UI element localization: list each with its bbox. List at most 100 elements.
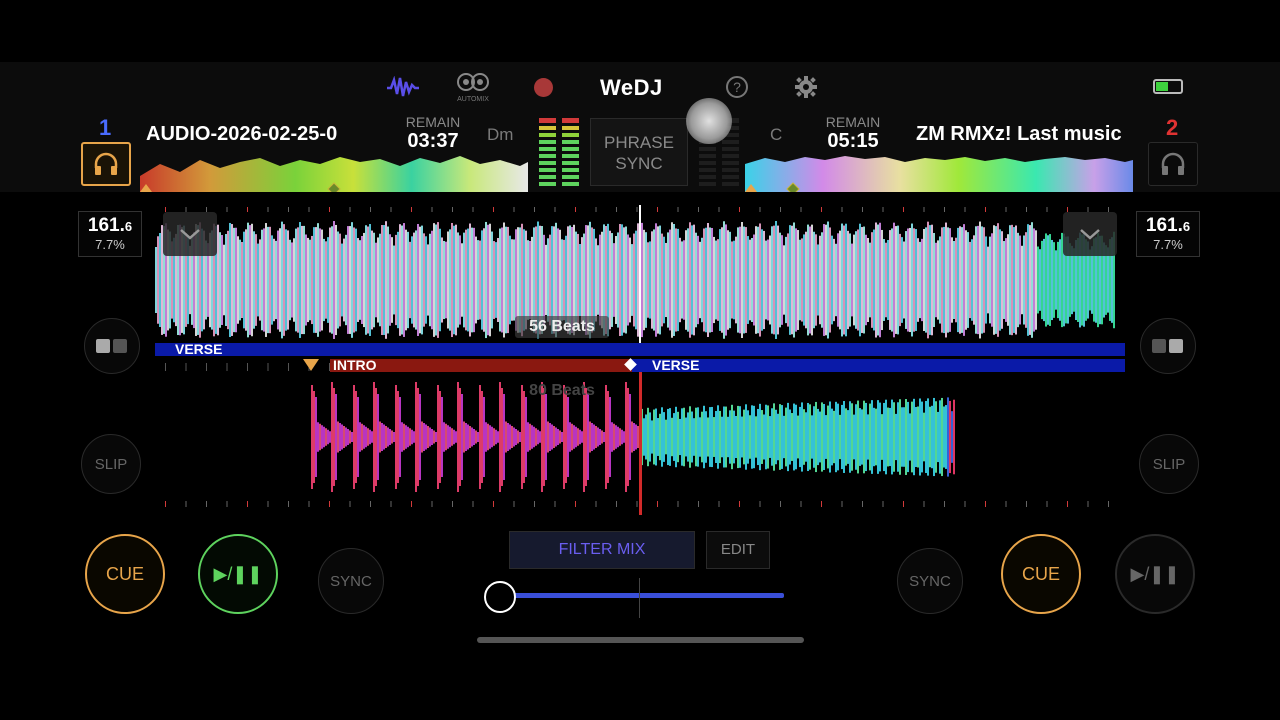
lower-waveform-bar	[579, 429, 581, 445]
deck1-slip-button[interactable]: SLIP	[81, 434, 141, 494]
lower-waveform-bar	[493, 428, 495, 446]
lower-waveform-bar	[395, 385, 397, 489]
deck2-slip-button[interactable]: SLIP	[1139, 434, 1199, 494]
upper-waveform-bar	[501, 227, 503, 333]
deck1-sync-button[interactable]: SYNC	[318, 548, 384, 614]
lower-waveform-bar	[341, 424, 343, 450]
deck1-track-title[interactable]: AUDIO-2026-02-25-0	[146, 123, 358, 146]
upper-waveform-bar	[277, 230, 279, 330]
deck1-headphone-button[interactable]	[81, 142, 131, 186]
deck1-cue-button[interactable]: CUE	[85, 534, 165, 614]
help-icon[interactable]: ?	[726, 76, 748, 98]
upper-waveform-bar	[785, 236, 787, 324]
beat-tick	[513, 207, 515, 212]
phrase-sync-button[interactable]: PHRASE SYNC	[590, 118, 688, 186]
lower-waveform-bar	[953, 399, 955, 475]
beat-tick	[841, 207, 843, 212]
deck2-sync-button[interactable]: SYNC	[897, 548, 963, 614]
upper-waveform-bar	[761, 229, 763, 331]
upper-waveform-bar	[791, 225, 793, 335]
lower-waveform-bar	[933, 397, 935, 477]
upper-waveform-bar	[345, 234, 347, 326]
deck2-track-title[interactable]: ZM RMXz! Last music	[916, 123, 1131, 146]
lower-waveform-bar	[551, 424, 553, 450]
crossfader-track[interactable]	[500, 593, 784, 598]
upper-waveform-bar	[1021, 245, 1023, 315]
automix-icon[interactable]: AUTOMIX	[452, 72, 494, 103]
deck1-collapse-button[interactable]	[163, 212, 217, 256]
upper-waveform-bar	[983, 227, 985, 333]
upper-waveform-bar	[425, 236, 427, 324]
upper-waveform-bar	[317, 223, 319, 337]
upper-waveform-bar	[1027, 224, 1029, 336]
upper-waveform-bar	[513, 239, 515, 321]
upper-waveform-bar	[411, 236, 413, 324]
deck2-remain-time: 05:15	[827, 130, 879, 152]
crossfader-center-line	[639, 578, 640, 618]
deck2-collapse-button[interactable]	[1063, 212, 1117, 256]
deck2-bpm-display[interactable]: 161.6 7.7%	[1136, 211, 1200, 257]
beat-tick	[1108, 501, 1109, 507]
deck1-bpm-display[interactable]: 161.6 7.7%	[78, 211, 142, 257]
edit-button[interactable]: EDIT	[706, 531, 770, 569]
upper-waveform-bar	[583, 233, 585, 327]
upper-waveform-bar	[1045, 233, 1047, 327]
upper-waveform-bar	[283, 224, 285, 336]
upper-waveform-bar	[413, 232, 415, 328]
lower-waveform-bar	[389, 429, 391, 445]
upper-waveform-bar	[707, 223, 709, 337]
upper-waveform-bar	[1031, 222, 1033, 338]
upper-waveform-bar	[507, 226, 509, 334]
upper-beats-label: 56 Beats	[515, 316, 609, 338]
lower-waveform-bar	[941, 397, 943, 477]
beat-tick	[800, 501, 802, 507]
crossfader-handle[interactable]	[484, 581, 516, 613]
beat-tick	[923, 501, 925, 507]
lower-waveform-bar	[785, 407, 787, 467]
lower-waveform-bar	[847, 410, 849, 464]
upper-waveform-bar	[827, 221, 829, 339]
deck2-cue-button[interactable]: CUE	[1001, 534, 1081, 614]
deck2-headphone-button[interactable]	[1148, 142, 1198, 186]
lower-waveform-bar	[883, 402, 885, 472]
upper-waveform-bar	[1055, 250, 1057, 310]
upper-waveform-bar	[491, 231, 493, 329]
beat-tick	[370, 501, 371, 507]
upper-waveform-bar	[475, 236, 477, 324]
beat-tick	[780, 501, 781, 507]
upper-waveform-bar	[755, 226, 757, 334]
upper-waveform-bar	[511, 239, 513, 321]
upper-waveform-bar	[921, 238, 923, 322]
upper-waveform-bar	[255, 234, 257, 326]
beat-tick	[349, 501, 351, 507]
lower-waveform-bar	[929, 406, 931, 468]
lower-waveform-bar	[467, 424, 469, 450]
filter-mix-button[interactable]: FILTER MIX	[509, 531, 695, 569]
lower-waveform-bar	[555, 427, 557, 447]
lower-waveform-bar	[609, 397, 611, 477]
deck2-mode-toggle[interactable]	[1140, 318, 1196, 374]
upper-waveform-bar	[1025, 232, 1027, 328]
upper-waveform-bar	[1011, 224, 1013, 336]
deck2-overview-waveform[interactable]	[745, 154, 1133, 192]
lower-waveform-bar	[607, 391, 609, 483]
upper-waveform-bar	[263, 228, 265, 332]
deck1-overview-waveform[interactable]	[140, 154, 528, 192]
lower-waveform-bar	[737, 405, 739, 469]
upper-waveform-bar	[763, 230, 765, 330]
upper-waveform-bar	[229, 222, 231, 338]
deck2-play-pause-button[interactable]: ▶/❚❚	[1115, 534, 1195, 614]
waveform-icon[interactable]	[385, 74, 421, 100]
upper-waveform-bar	[723, 221, 725, 339]
upper-waveform-bar	[733, 240, 735, 320]
lower-waveform-bar	[369, 429, 371, 445]
upper-waveform-bar	[581, 237, 583, 323]
beat-tick	[903, 501, 904, 507]
deck1-play-pause-button[interactable]: ▶/❚❚	[198, 534, 278, 614]
upper-waveform-bar	[273, 238, 275, 322]
lower-waveform-bar	[407, 426, 409, 448]
lower-waveform-bar	[575, 426, 577, 448]
record-icon[interactable]	[534, 78, 553, 97]
gear-icon[interactable]	[795, 76, 817, 103]
deck1-mode-toggle[interactable]	[84, 318, 140, 374]
